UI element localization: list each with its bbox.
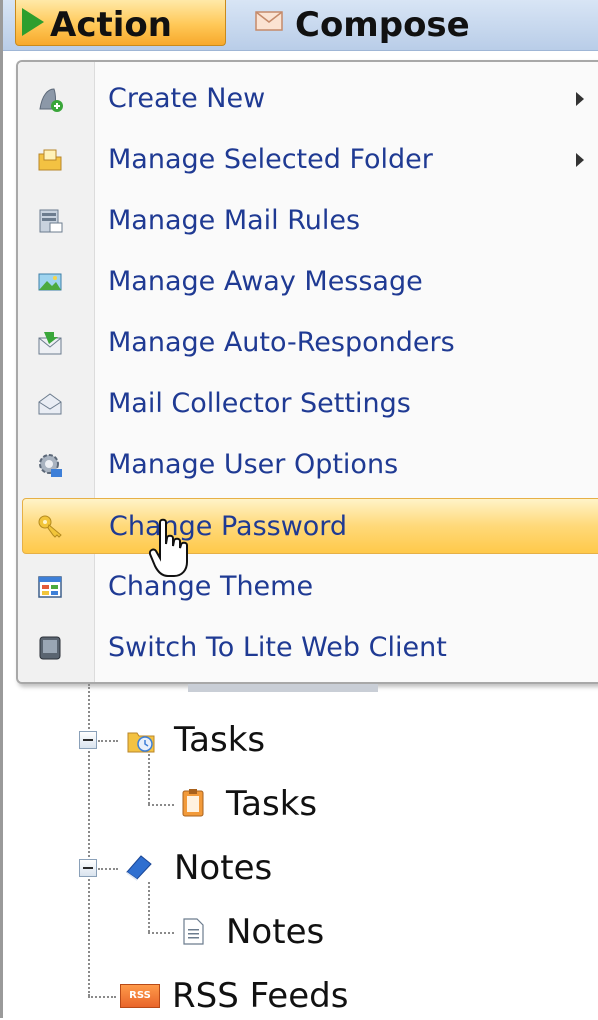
user-options-icon xyxy=(39,454,62,477)
hand-cursor-icon xyxy=(148,518,188,577)
menu-item-change-password[interactable]: Change Password xyxy=(22,498,598,554)
notes-item-label[interactable]: Notes xyxy=(226,908,324,956)
menu-item-manage-auto-responders[interactable]: Manage Auto-Responders xyxy=(22,315,598,371)
notes-group-label[interactable]: Notes xyxy=(174,844,272,892)
action-menu: Create New Manage Selected Folder Manage… xyxy=(16,60,598,684)
tasks-item-label[interactable]: Tasks xyxy=(226,780,317,828)
auto-responder-icon xyxy=(38,332,62,355)
folder-tree: Tasks Tasks Notes Notes RSS RSS Feeds xyxy=(0,684,598,1018)
menu-item-label: Change Password xyxy=(109,511,348,542)
menu-item-mail-collector-settings[interactable]: Mail Collector Settings xyxy=(22,376,598,432)
compose-button[interactable]: Compose xyxy=(237,0,487,46)
rss-icon: RSS xyxy=(120,984,160,1008)
tree-connector xyxy=(148,804,174,806)
notes-book-icon xyxy=(126,855,152,881)
away-message-icon xyxy=(38,273,62,291)
menu-item-create-new[interactable]: Create New xyxy=(22,71,598,127)
tasks-group-label[interactable]: Tasks xyxy=(174,716,265,764)
rss-feeds-label[interactable]: RSS Feeds xyxy=(172,972,348,1020)
menu-item-label: Mail Collector Settings xyxy=(108,388,411,419)
key-icon xyxy=(38,515,62,538)
mail-collector-icon xyxy=(38,393,62,415)
menu-item-manage-away-message[interactable]: Manage Away Message xyxy=(22,254,598,310)
mail-rules-icon xyxy=(39,209,63,233)
tree-connector xyxy=(98,868,118,870)
menu-item-label: Change Theme xyxy=(108,571,314,602)
menu-item-label: Manage Selected Folder xyxy=(108,144,433,175)
tree-guide-line xyxy=(148,754,150,804)
tasks-collapse-toggle[interactable] xyxy=(79,731,97,749)
tree-connector xyxy=(88,996,116,998)
menu-item-manage-user-options[interactable]: Manage User Options xyxy=(22,437,598,493)
submenu-arrow-icon xyxy=(576,153,584,167)
tree-guide-line xyxy=(148,882,150,932)
menu-item-manage-selected-folder[interactable]: Manage Selected Folder xyxy=(22,132,598,188)
menu-item-label: Manage Away Message xyxy=(108,266,423,297)
rss-badge-text: RSS xyxy=(129,990,151,1001)
theme-icon xyxy=(38,576,62,598)
calendar-node-remnant xyxy=(188,684,378,692)
submenu-arrow-icon xyxy=(576,92,584,106)
menu-item-manage-mail-rules[interactable]: Manage Mail Rules xyxy=(22,193,598,249)
lite-client-icon xyxy=(39,636,61,660)
envelope-icon xyxy=(255,11,283,31)
tree-connector xyxy=(98,740,118,742)
note-page-icon xyxy=(183,918,204,945)
folder-icon xyxy=(38,149,62,171)
tree-connector xyxy=(148,932,174,934)
compose-button-label: Compose xyxy=(295,5,470,45)
menu-item-label: Create New xyxy=(108,83,266,114)
tasks-folder-icon xyxy=(127,732,155,753)
task-list-icon xyxy=(182,789,204,817)
menu-item-label: Manage Mail Rules xyxy=(108,205,361,236)
menu-item-label: Manage User Options xyxy=(108,449,399,480)
menu-item-label: Manage Auto-Responders xyxy=(108,327,455,358)
toolbar: Action Compose xyxy=(3,0,598,51)
notes-collapse-toggle[interactable] xyxy=(79,859,97,877)
play-icon xyxy=(22,8,44,36)
create-new-icon xyxy=(39,88,63,112)
action-button[interactable]: Action xyxy=(15,0,226,46)
menu-item-label: Switch To Lite Web Client xyxy=(108,632,447,663)
menu-item-change-theme[interactable]: Change Theme xyxy=(22,559,598,615)
menu-item-switch-to-lite-web-client[interactable]: Switch To Lite Web Client xyxy=(22,620,598,676)
action-button-label: Action xyxy=(50,5,172,45)
